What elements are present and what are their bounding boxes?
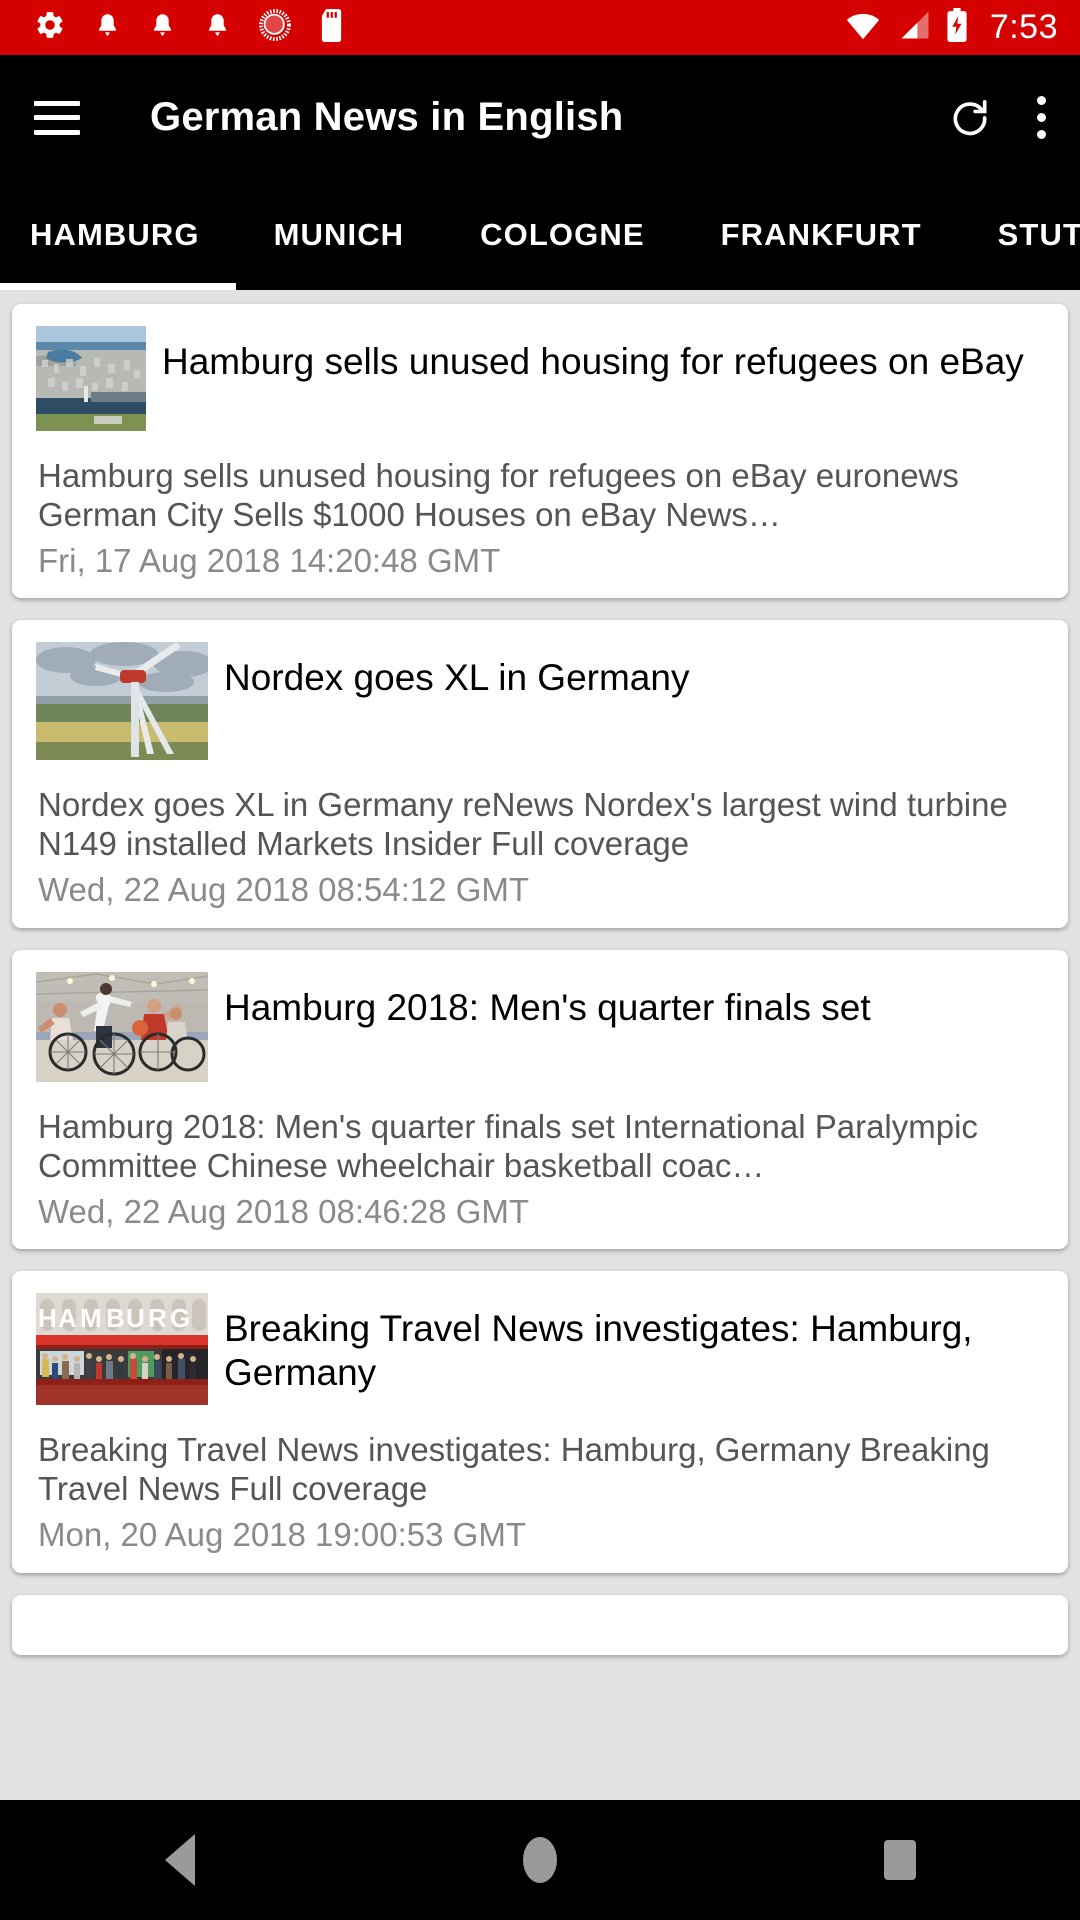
list-item[interactable]: Hamburg 2018: Men's quarter finals set H…: [12, 949, 1068, 1250]
battery-charging-icon: [946, 8, 968, 47]
tab-hamburg[interactable]: HAMBURG: [0, 180, 236, 290]
sync-circle-icon: [259, 9, 291, 46]
svg-text:H: H: [38, 1303, 57, 1333]
list-item[interactable]: [12, 1594, 1068, 1655]
article-title: Nordex goes XL in Germany: [224, 657, 690, 699]
tab-label: COLOGNE: [480, 217, 645, 252]
bell-icon: [204, 10, 231, 46]
article-list[interactable]: Hamburg sells unused housing for refugee…: [0, 290, 1080, 1800]
article-title: Breaking Travel News investigates: Hambu…: [224, 1308, 973, 1394]
article-title: Hamburg 2018: Men's quarter finals set: [224, 986, 871, 1028]
svg-text:R: R: [148, 1303, 167, 1333]
home-circle-icon[interactable]: [460, 1800, 620, 1920]
svg-text:B: B: [106, 1303, 125, 1333]
bell-icon: [94, 10, 121, 46]
article-header: Hamburg 2018: Men's quarter finals set: [36, 971, 1044, 1082]
article-date: Mon, 20 Aug 2018 19:00:53 GMT: [38, 1516, 526, 1554]
wheelchair-basketball-thumbnail: [36, 971, 208, 1082]
cellular-signal-icon: [897, 10, 930, 45]
article-description: Hamburg sells unused housing for refugee…: [38, 457, 959, 533]
svg-text:U: U: [126, 1303, 145, 1333]
list-item[interactable]: Nordex goes XL in Germany Nordex goes XL…: [12, 620, 1068, 928]
back-triangle-icon[interactable]: [100, 1800, 260, 1920]
tab-label: HAMBURG: [30, 217, 200, 252]
status-bar-left-icons: [34, 8, 344, 47]
tab-cologne[interactable]: COLOGNE: [442, 180, 682, 290]
app-bar: German News in English: [0, 55, 1080, 180]
more-vertical-icon[interactable]: [1036, 96, 1046, 139]
article-description: Nordex goes XL in Germany reNews Nordex'…: [38, 786, 1008, 863]
status-bar-clock: 7:53: [989, 8, 1058, 46]
recents-square-icon[interactable]: [820, 1800, 980, 1920]
wifi-icon: [845, 10, 881, 45]
hamburger-menu-icon[interactable]: [34, 100, 80, 135]
article-date: Wed, 22 Aug 2018 08:54:12 GMT: [38, 871, 530, 909]
list-item[interactable]: Hamburg sells unused housing for refugee…: [12, 304, 1068, 599]
article-header: Hamburg sells unused housing for refugee…: [36, 326, 1044, 431]
article-header: Nordex goes XL in Germany: [36, 642, 1044, 761]
article-date: Wed, 22 Aug 2018 08:46:28 GMT: [38, 1192, 530, 1230]
tab-bar[interactable]: HAMBURG MUNICH COLOGNE FRANKFURT STUTTGA…: [0, 180, 1080, 290]
svg-text:M: M: [80, 1303, 102, 1333]
status-bar-right-icons: 7:53: [845, 8, 1058, 47]
app-bar-actions: [948, 96, 1046, 140]
sd-card-icon: [319, 8, 344, 47]
tab-label: MUNICH: [273, 217, 405, 252]
svg-text:G: G: [170, 1303, 190, 1333]
article-description: Hamburg 2018: Men's quarter finals set I…: [38, 1107, 978, 1184]
article-date: Fri, 17 Aug 2018 14:20:48 GMT: [38, 541, 501, 579]
article-header: HAM BUR G Breaking Travel News investiga…: [36, 1293, 1044, 1406]
svg-text:A: A: [58, 1303, 77, 1333]
list-item[interactable]: HAM BUR G Breaking Travel News investiga…: [12, 1271, 1068, 1573]
wind-turbine-thumbnail: [36, 642, 208, 761]
system-navigation-bar: [0, 1800, 1080, 1920]
tab-label: STUTTGART: [997, 217, 1080, 252]
status-bar: 7:53: [0, 0, 1080, 55]
tab-frankfurt[interactable]: FRANKFURT: [683, 180, 960, 290]
tab-label: FRANKFURT: [720, 217, 922, 252]
article-description: Breaking Travel News investigates: Hambu…: [38, 1431, 990, 1508]
bell-icon: [149, 10, 176, 46]
page-title: German News in English: [150, 95, 624, 139]
article-title: Hamburg sells unused housing for refugee…: [162, 341, 1024, 382]
tab-stuttgart[interactable]: STUTTGART: [960, 180, 1080, 290]
tab-munich[interactable]: MUNICH: [236, 180, 443, 290]
gear-icon: [34, 9, 66, 46]
aerial-view-of-hamburg-city-thumbnail: [36, 326, 146, 431]
refresh-icon[interactable]: [948, 96, 992, 140]
hamburg-sign-building-thumbnail: HAM BUR G: [36, 1293, 208, 1406]
